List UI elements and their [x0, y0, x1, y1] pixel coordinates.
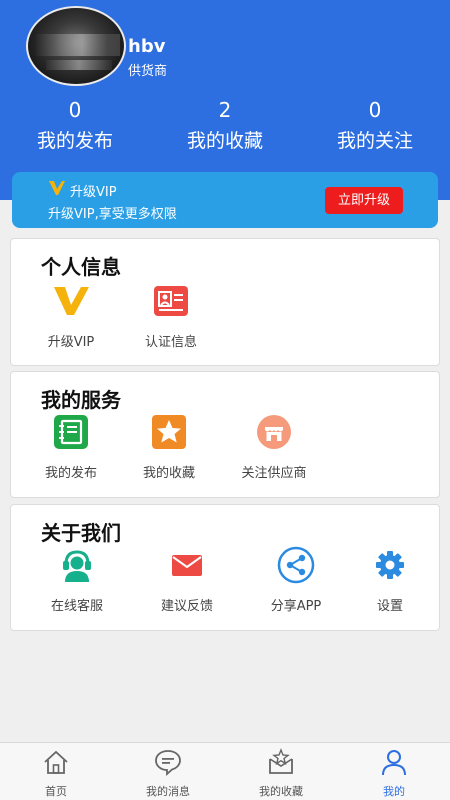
- item-label: 我的发布: [44, 466, 97, 481]
- share-app-item[interactable]: 分享APP: [251, 545, 341, 614]
- star-icon: [152, 415, 186, 449]
- vip-subtitle: 升级VIP,享受更多权限: [48, 207, 177, 222]
- stat-value: 0: [68, 98, 82, 122]
- followed-suppliers-item[interactable]: 关注供应商: [229, 412, 319, 481]
- avatar[interactable]: [26, 6, 126, 86]
- user-role: 供货商: [128, 64, 168, 79]
- tab-home[interactable]: 首页: [0, 747, 112, 799]
- tab-messages[interactable]: 我的消息: [112, 747, 224, 799]
- stat-value: 0: [368, 98, 382, 122]
- customer-service-icon: [63, 550, 91, 582]
- item-label: 关注供应商: [241, 466, 307, 481]
- tab-label: 我的: [383, 785, 405, 798]
- stat-my-favorites[interactable]: 2 我的收藏: [155, 98, 295, 153]
- upgrade-now-button[interactable]: 立即升级: [325, 187, 403, 214]
- my-favorites-item[interactable]: 我的收藏: [124, 412, 214, 481]
- stat-label: 我的收藏: [186, 130, 263, 152]
- vip-v-icon: [54, 287, 89, 315]
- chat-bubble-icon: [155, 750, 181, 777]
- tab-label: 我的消息: [146, 785, 190, 798]
- vip-v-icon: [49, 181, 65, 195]
- notebook-icon: [54, 415, 88, 449]
- item-label: 设置: [376, 599, 403, 614]
- share-icon: [277, 546, 315, 584]
- tab-favorites[interactable]: 我的收藏: [225, 747, 337, 799]
- my-posts-item[interactable]: 我的发布: [26, 412, 116, 481]
- section-title: 我的服务: [41, 388, 121, 412]
- avatar-photo: [36, 34, 120, 56]
- stat-my-posts[interactable]: 0 我的发布: [5, 98, 145, 153]
- home-icon: [44, 750, 68, 774]
- item-label: 升级VIP: [47, 335, 95, 350]
- vip-title: 升级VIP: [70, 185, 117, 200]
- stat-label: 我的发布: [36, 130, 113, 152]
- avatar-photo-detail: [46, 60, 112, 70]
- tab-label: 我的收藏: [259, 785, 303, 798]
- favorites-box-icon: [269, 748, 293, 774]
- section-title: 关于我们: [41, 521, 121, 545]
- item-label: 我的收藏: [142, 466, 195, 481]
- item-label: 认证信息: [144, 335, 197, 350]
- gear-icon: [376, 551, 404, 579]
- certification-item[interactable]: 认证信息: [126, 281, 216, 350]
- mail-icon: [172, 555, 202, 576]
- online-support-item[interactable]: 在线客服: [32, 545, 122, 614]
- personal-info-card: 个人信息 升级VIP 认证信息: [10, 238, 440, 366]
- item-label: 分享APP: [270, 599, 322, 614]
- tab-label: 首页: [45, 785, 67, 798]
- feedback-item[interactable]: 建议反馈: [142, 545, 232, 614]
- stat-my-follows[interactable]: 0 我的关注: [305, 98, 445, 153]
- stat-value: 2: [218, 98, 232, 122]
- bottom-tab-bar: 首页 我的消息 我的收藏 我的: [0, 742, 450, 800]
- stat-label: 我的关注: [336, 130, 413, 152]
- about-us-card: 关于我们 在线客服 建议反馈 分享APP 设置: [10, 504, 440, 631]
- id-card-icon: [154, 286, 188, 316]
- section-title: 个人信息: [41, 255, 121, 279]
- store-icon: [257, 415, 291, 449]
- my-services-card: 我的服务 我的发布 我的收藏 关注供应商: [10, 371, 440, 498]
- vip-banner[interactable]: 升级VIP 升级VIP,享受更多权限 立即升级: [12, 172, 438, 228]
- upgrade-vip-item[interactable]: 升级VIP: [26, 281, 116, 350]
- profile-header: hbv 供货商 0 我的发布 2 我的收藏 0 我的关注: [0, 0, 450, 200]
- settings-item[interactable]: 设置: [345, 545, 435, 614]
- tab-mine[interactable]: 我的: [338, 747, 450, 799]
- user-icon: [382, 750, 406, 776]
- item-label: 建议反馈: [160, 599, 213, 614]
- item-label: 在线客服: [50, 599, 103, 614]
- username: hbv: [128, 36, 166, 57]
